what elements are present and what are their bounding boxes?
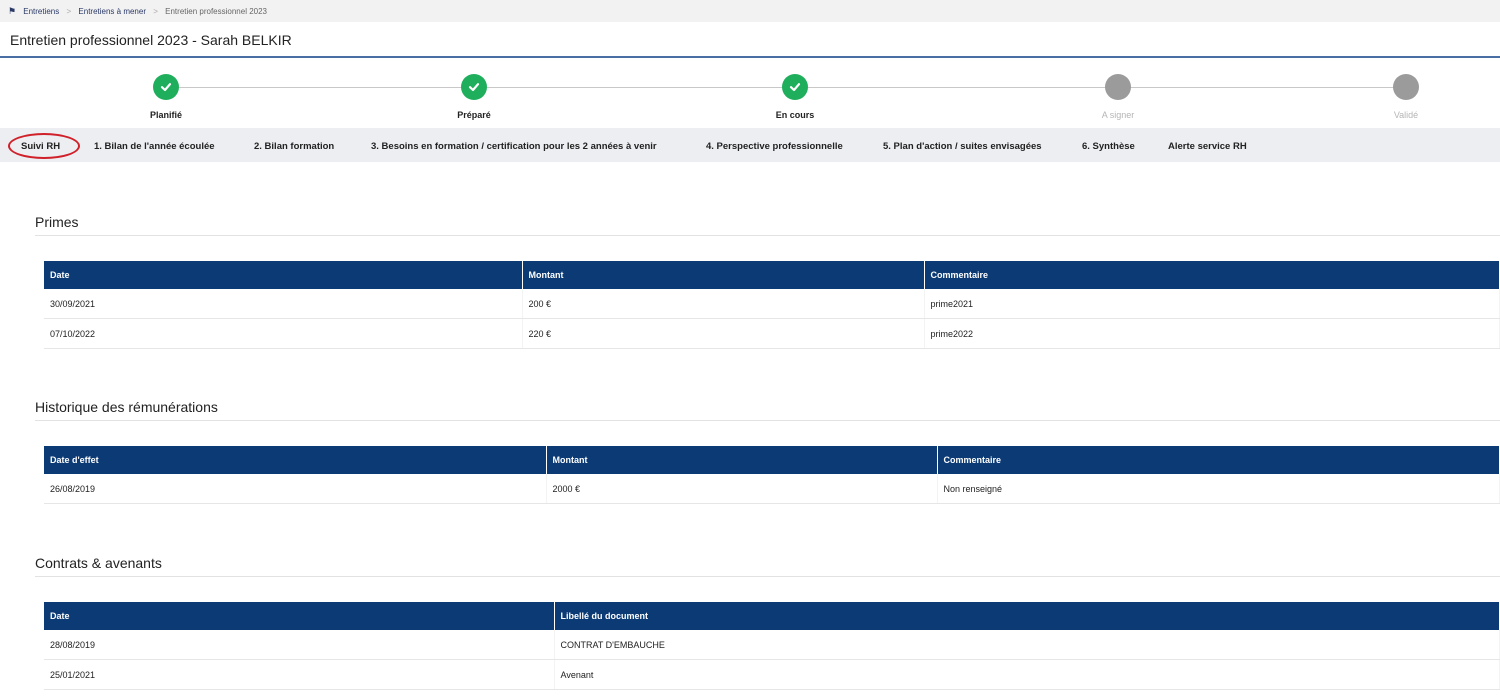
contrats-table: Date Libellé du document 28/08/2019 CONT… <box>44 602 1500 690</box>
step-label: En cours <box>775 110 815 120</box>
cell-libelle: Avenant <box>554 659 1500 690</box>
flag-icon: ⚑ <box>8 6 17 16</box>
tab-suivi-rh[interactable]: Suivi RH <box>21 128 60 162</box>
table-row[interactable]: 30/09/2021 200 € prime2021 <box>44 289 1500 319</box>
step-label: Validé <box>1393 110 1419 120</box>
check-circle-icon <box>153 74 179 100</box>
table-row[interactable]: 07/10/2022 220 € prime2022 <box>44 318 1500 349</box>
pending-circle-icon <box>1105 74 1131 100</box>
step-label: Planifié <box>149 110 182 120</box>
pending-circle-icon <box>1393 74 1419 100</box>
tab-bar: Suivi RH 1. Bilan de l'année écoulée 2. … <box>0 128 1500 162</box>
tab-bilan-annee[interactable]: 1. Bilan de l'année écoulée <box>94 128 215 162</box>
column-header-commentaire[interactable]: Commentaire <box>937 446 1500 474</box>
column-header-libelle[interactable]: Libellé du document <box>554 602 1500 630</box>
section-divider <box>35 420 1500 421</box>
step-planifie: Planifié <box>106 74 226 120</box>
step-a-signer: A signer <box>1058 74 1178 120</box>
table-row[interactable]: 28/08/2019 CONTRAT D'EMBAUCHE <box>44 630 1500 660</box>
tab-alerte-service-rh[interactable]: Alerte service RH <box>1168 128 1247 162</box>
step-label: A signer <box>1101 110 1135 120</box>
cell-date: 25/01/2021 <box>44 659 555 690</box>
breadcrumb-separator: > <box>153 7 158 16</box>
table-header-row: Date d'effet Montant Commentaire <box>44 446 1500 474</box>
primes-table: Date Montant Commentaire 30/09/2021 200 … <box>44 261 1500 349</box>
tab-besoins-formation[interactable]: 3. Besoins en formation / certification … <box>371 128 657 162</box>
cell-date: 28/08/2019 <box>44 630 555 660</box>
page-title: Entretien professionnel 2023 - Sarah BEL… <box>0 22 1500 58</box>
tab-perspective-professionnelle[interactable]: 4. Perspective professionnelle <box>706 128 843 162</box>
column-header-montant[interactable]: Montant <box>522 261 925 289</box>
tab-bilan-formation[interactable]: 2. Bilan formation <box>254 128 334 162</box>
table-header-row: Date Libellé du document <box>44 602 1500 630</box>
tab-synthese[interactable]: 6. Synthèse <box>1082 128 1135 162</box>
column-header-commentaire[interactable]: Commentaire <box>924 261 1500 289</box>
breadcrumb-separator: > <box>66 7 72 16</box>
column-header-date-effet[interactable]: Date d'effet <box>44 446 547 474</box>
step-prepare: Préparé <box>414 74 534 120</box>
table-row[interactable]: 26/08/2019 2000 € Non renseigné <box>44 474 1500 504</box>
progress-stepper: Planifié Préparé En cours A signer Valid… <box>0 62 1500 128</box>
section-title-contrats: Contrats & avenants <box>35 555 162 571</box>
cell-commentaire: prime2022 <box>924 318 1500 349</box>
cell-commentaire: Non renseigné <box>937 474 1500 504</box>
step-valide: Validé <box>1346 74 1466 120</box>
breadcrumb-item-entretiens-a-mener[interactable]: Entretiens à mener <box>78 7 146 16</box>
check-circle-icon <box>461 74 487 100</box>
step-en-cours: En cours <box>735 74 855 120</box>
cell-date-effet: 26/08/2019 <box>44 474 547 504</box>
table-header-row: Date Montant Commentaire <box>44 261 1500 289</box>
section-title-remunerations: Historique des rémunérations <box>35 399 218 415</box>
remunerations-table: Date d'effet Montant Commentaire 26/08/2… <box>44 446 1500 504</box>
check-circle-icon <box>782 74 808 100</box>
section-divider <box>35 235 1500 236</box>
tab-plan-action[interactable]: 5. Plan d'action / suites envisagées <box>883 128 1042 162</box>
cell-libelle: CONTRAT D'EMBAUCHE <box>554 630 1500 660</box>
cell-date: 07/10/2022 <box>44 318 523 349</box>
step-label: Préparé <box>457 110 491 120</box>
column-header-date[interactable]: Date <box>44 602 555 630</box>
table-row[interactable]: 25/01/2021 Avenant <box>44 659 1500 690</box>
section-divider <box>35 576 1500 577</box>
section-title-primes: Primes <box>35 214 79 230</box>
breadcrumb: ⚑ Entretiens > Entretiens à mener > Entr… <box>0 0 1500 22</box>
cell-date: 30/09/2021 <box>44 289 523 319</box>
cell-montant: 220 € <box>522 318 925 349</box>
cell-montant: 200 € <box>522 289 925 319</box>
breadcrumb-item-entretiens[interactable]: Entretiens <box>23 7 59 16</box>
cell-montant: 2000 € <box>546 474 938 504</box>
breadcrumb-item-current: Entretien professionnel 2023 <box>165 7 267 16</box>
column-header-date[interactable]: Date <box>44 261 523 289</box>
column-header-montant[interactable]: Montant <box>546 446 938 474</box>
cell-commentaire: prime2021 <box>924 289 1500 319</box>
